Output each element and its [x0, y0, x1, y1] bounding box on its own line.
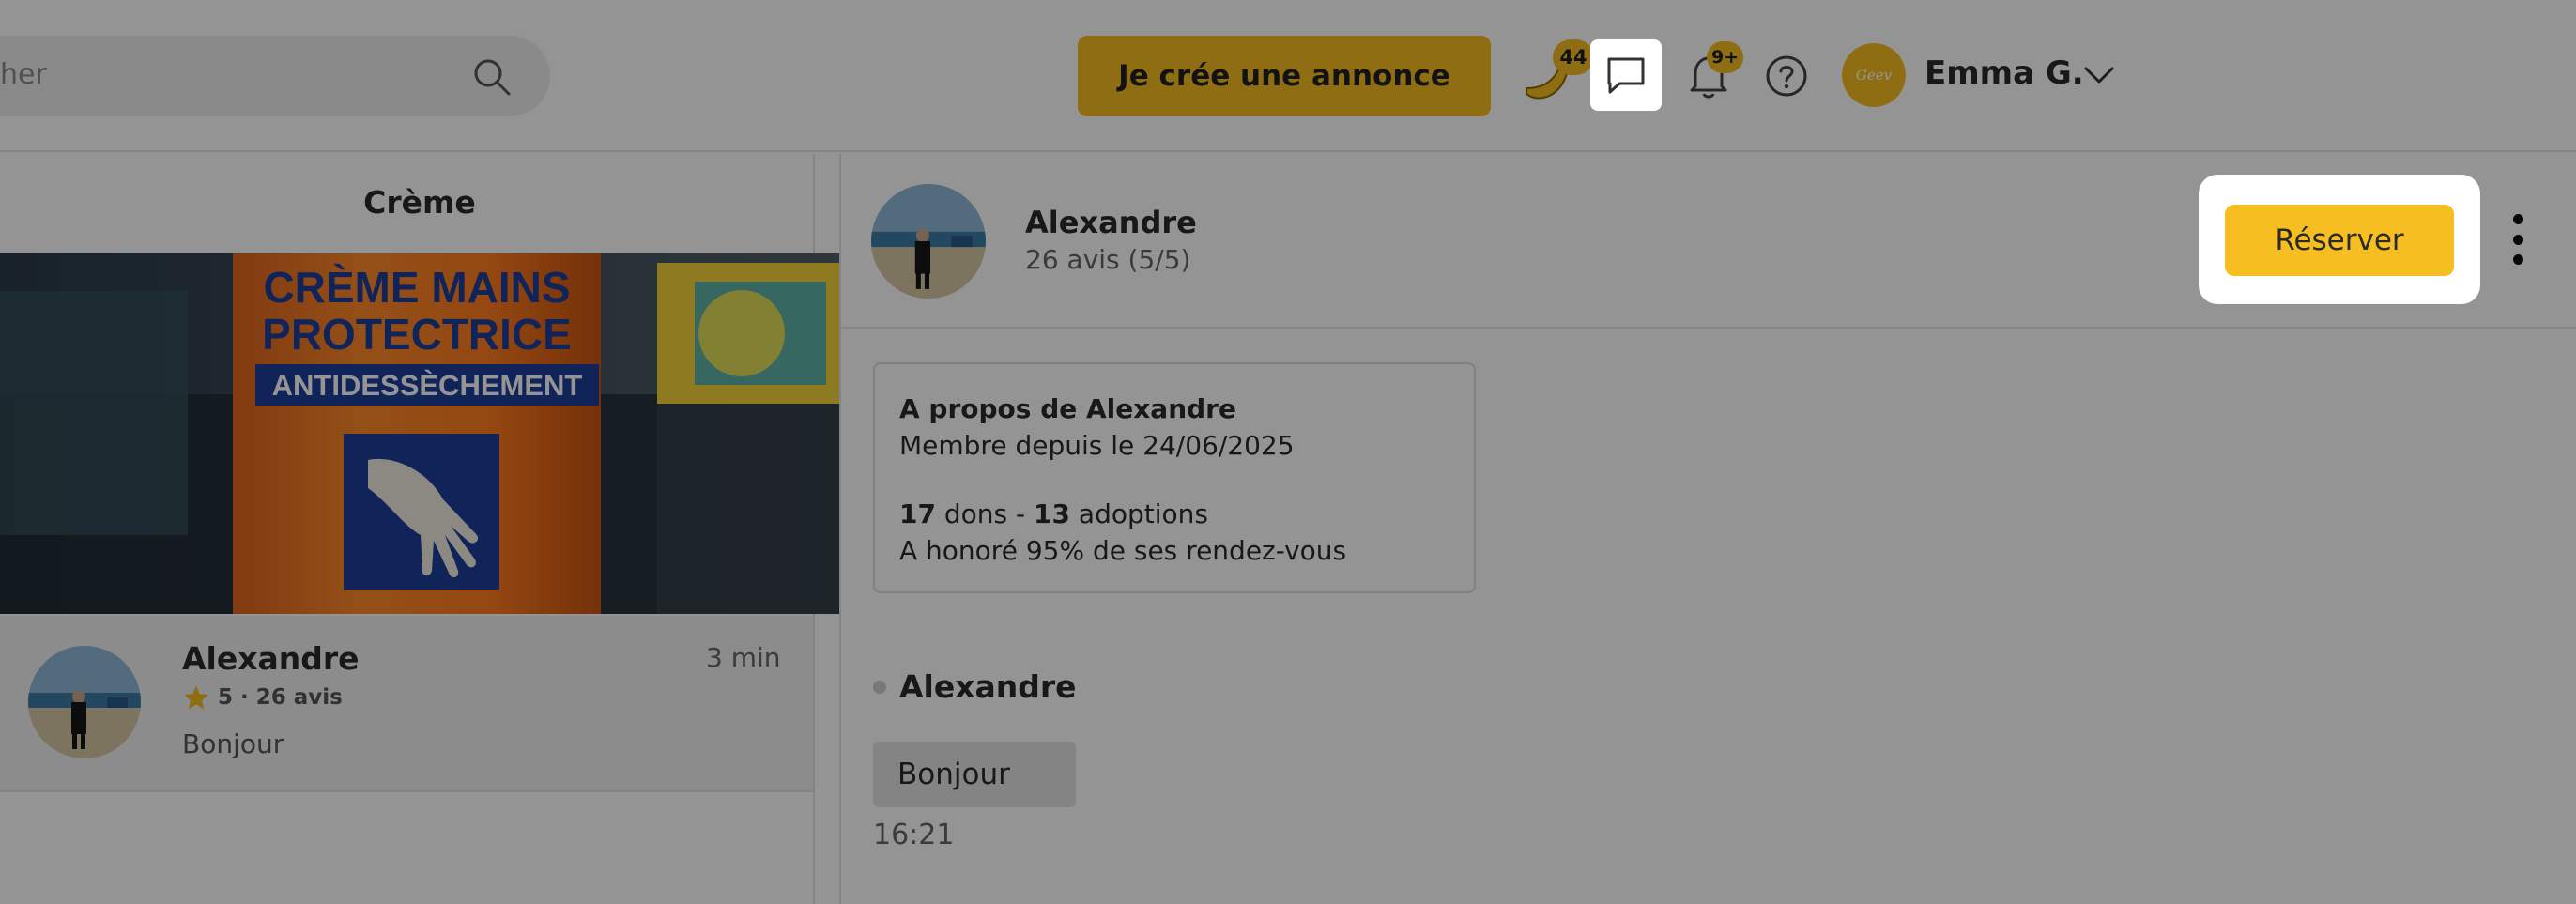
conversation-preview: Bonjour — [182, 728, 284, 759]
create-listing-button[interactable]: Je crée une annonce — [1078, 36, 1491, 116]
listing-title: Crème — [363, 184, 476, 221]
avatar[interactable]: Geev — [1842, 43, 1906, 107]
dons-count: 17 — [899, 498, 936, 529]
search-placeholder: her — [0, 58, 47, 91]
sender-name: Alexandre — [899, 668, 1077, 705]
banana-count-badge: 44 — [1553, 39, 1594, 75]
photo-text-line1: CRÈME MAINS — [263, 263, 570, 312]
chat-bubble-icon — [1607, 57, 1645, 94]
avatar[interactable] — [871, 184, 986, 299]
conversation-time: 3 min — [706, 642, 781, 673]
panel-divider — [839, 154, 841, 904]
photo-text-line3: ANTIDESSÈCHEMENT — [272, 369, 583, 402]
message-sender: Alexandre — [873, 668, 1077, 705]
product-photo[interactable]: CRÈME MAINS PROTECTRICE ANTIDESSÈCHEMENT — [0, 253, 839, 614]
reserve-button[interactable]: Réserver — [2225, 205, 2454, 276]
top-header: her Je crée une annonce 44 9+ Geev Emma … — [0, 0, 2576, 152]
avatar — [28, 646, 141, 758]
conversation-name: Alexandre — [182, 640, 360, 677]
chat-user-name[interactable]: Alexandre — [1025, 205, 1197, 240]
photo-text-line2: PROTECTRICE — [262, 310, 572, 359]
message-bubble: Bonjour — [873, 742, 1076, 807]
conversation-list-item[interactable]: Alexandre 3 min 5 · 26 avis Bonjour — [0, 616, 813, 792]
adoptions-label: adoptions — [1078, 498, 1208, 529]
dons-label: dons - — [943, 498, 1026, 529]
rating-text: 5 · 26 avis — [218, 685, 343, 710]
stats-line: 17 dons - 13 adoptions — [899, 496, 1449, 532]
star-icon — [184, 685, 208, 710]
messages-button[interactable] — [1590, 39, 1662, 111]
rating: 5 · 26 avis — [182, 683, 343, 712]
user-name[interactable]: Emma G. — [1924, 54, 2084, 92]
about-card: A propos de Alexandre Membre depuis le 2… — [873, 362, 1476, 593]
help-icon[interactable] — [1765, 54, 1808, 98]
honored-rate: A honoré 95% de ses rendez-vous — [899, 535, 1347, 566]
chat-header-divider — [841, 327, 2576, 329]
chevron-down-icon[interactable] — [2082, 62, 2116, 88]
adoptions-count: 13 — [1034, 498, 1070, 529]
notification-count-badge: 9+ — [1707, 41, 1744, 73]
search-input[interactable]: her — [0, 36, 550, 116]
about-title: A propos de Alexandre — [899, 393, 1236, 424]
chat-user-reviews: 26 avis (5/5) — [1025, 244, 1191, 275]
status-dot — [873, 680, 886, 694]
member-since: Membre depuis le 24/06/2025 — [899, 430, 1295, 461]
more-options-icon[interactable] — [2508, 214, 2527, 265]
message-time: 16:21 — [873, 819, 955, 851]
search-icon[interactable] — [471, 56, 513, 98]
